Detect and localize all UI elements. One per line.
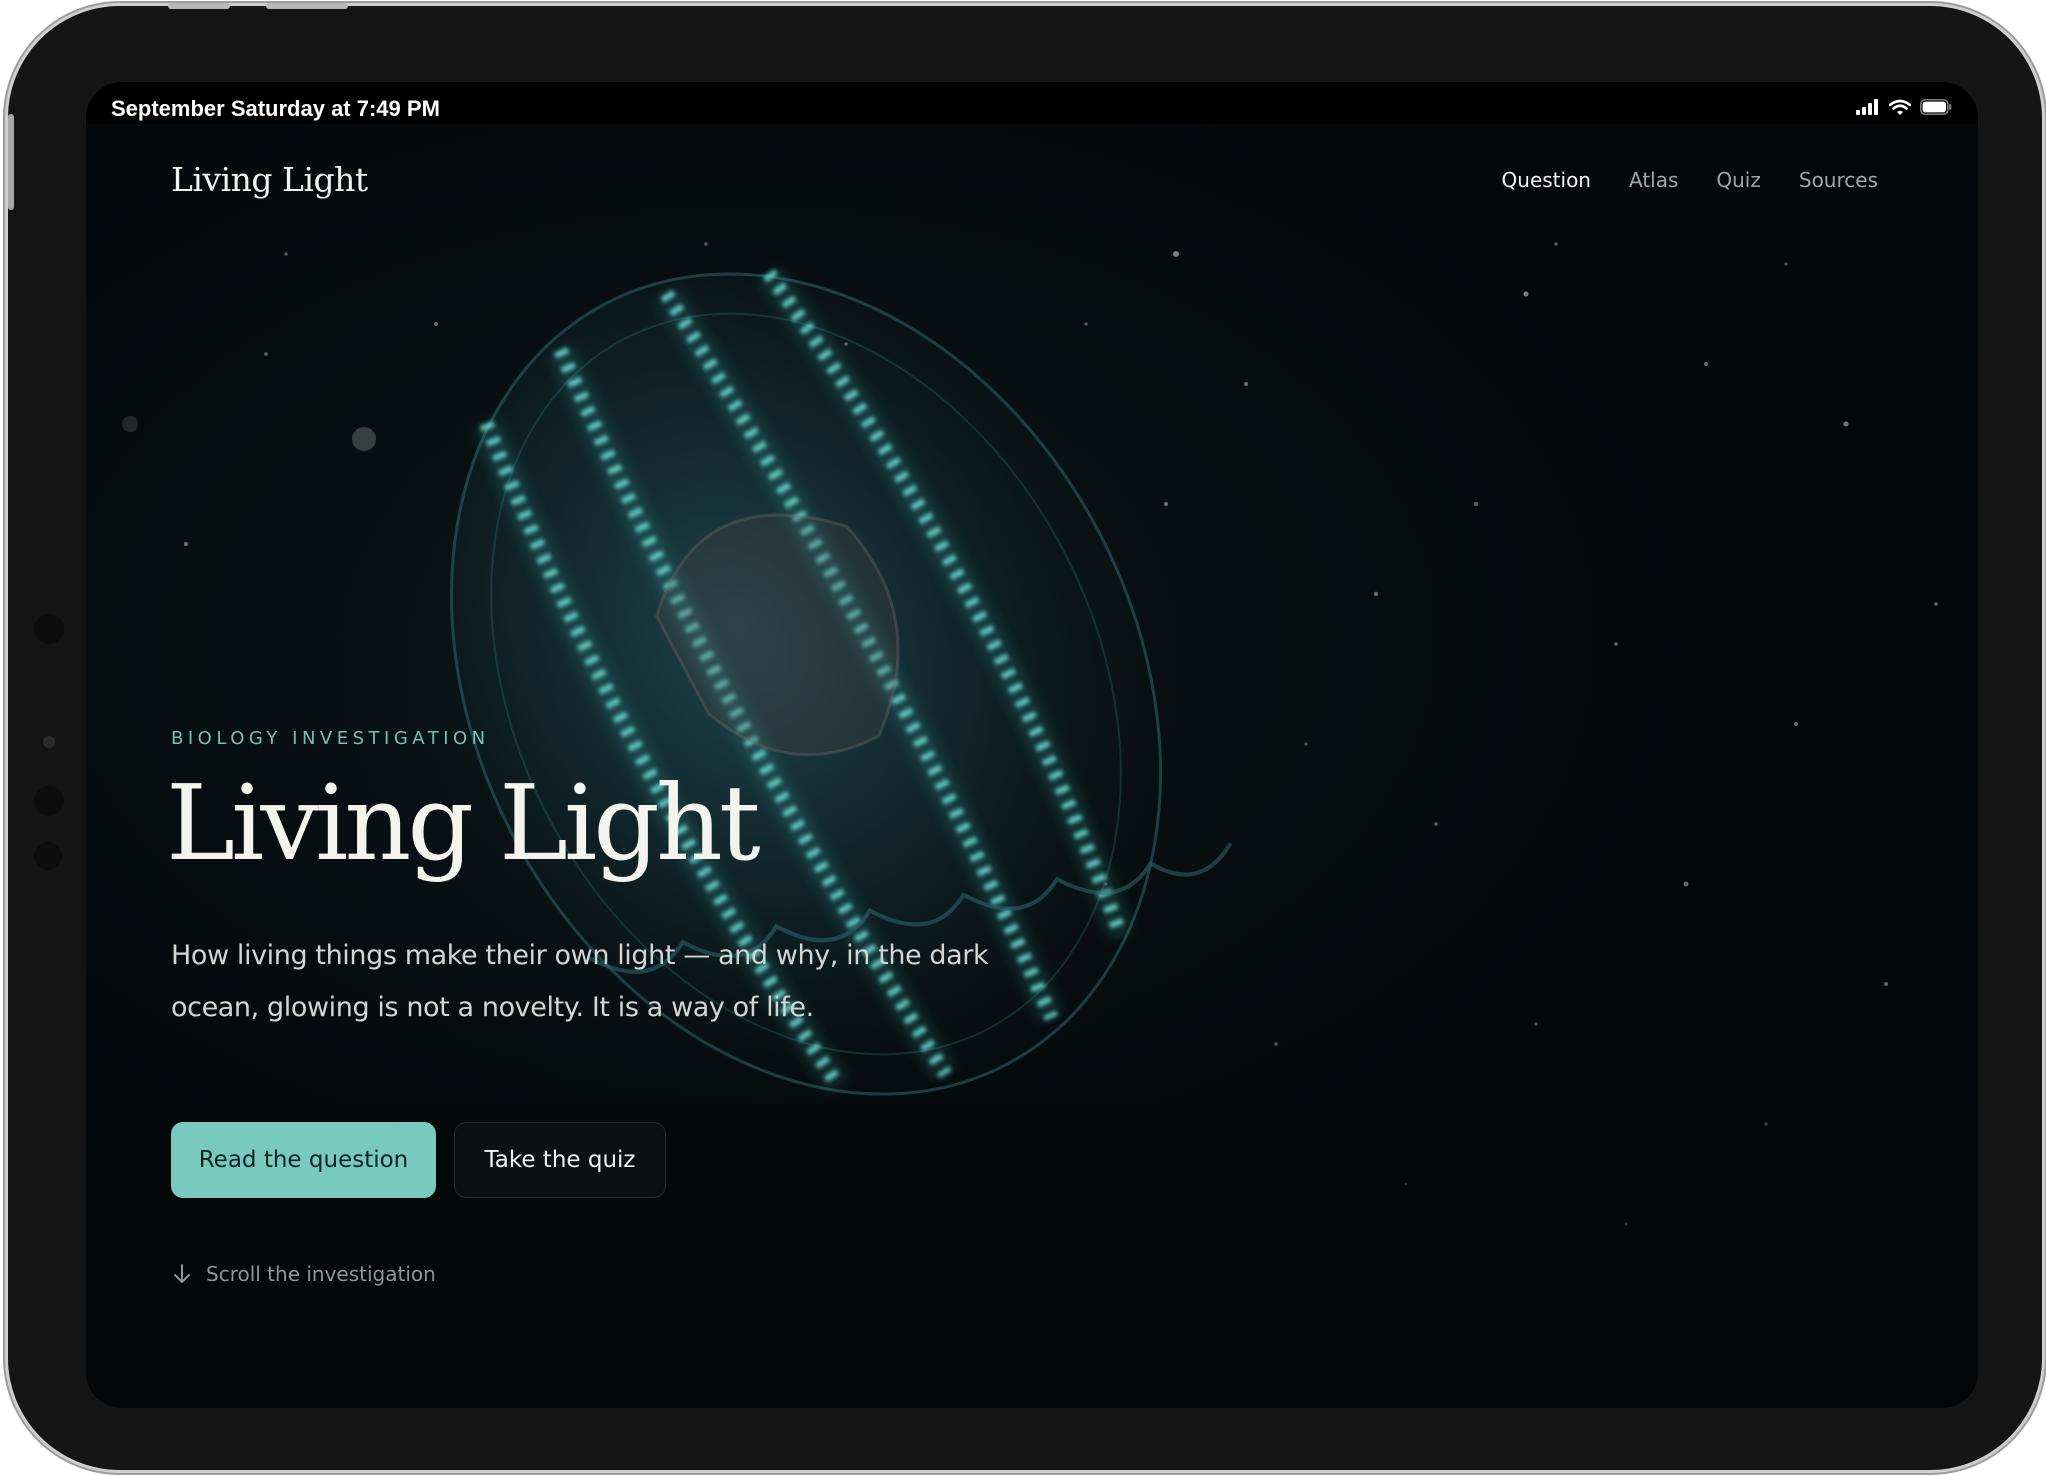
top-button — [266, 3, 348, 9]
battery-icon — [1920, 99, 1952, 115]
nav-item-atlas[interactable]: Atlas — [1629, 168, 1678, 192]
wifi-icon — [1889, 99, 1911, 115]
scroll-hint-label: Scroll the investigation — [206, 1262, 436, 1286]
sensor — [34, 614, 64, 644]
take-quiz-button[interactable]: Take the quiz — [454, 1122, 666, 1198]
hero-section: Living Light Question Atlas Quiz Sources… — [86, 124, 1978, 1408]
read-question-button[interactable]: Read the question — [171, 1122, 436, 1198]
site-logo[interactable]: Living Light — [171, 160, 368, 199]
status-bar: September Saturday at 7:49 PM — [86, 82, 1978, 124]
tablet-frame: September Saturday at 7:49 PM Living Lig… — [8, 3, 2042, 1470]
cellular-signal-icon — [1856, 99, 1878, 115]
nav-item-quiz[interactable]: Quiz — [1716, 168, 1760, 192]
hero-subtitle: How living things make their own light —… — [171, 930, 1071, 1034]
side-button — [8, 114, 14, 210]
hero-subtitle-line: How living things make their own light —… — [171, 940, 989, 971]
sensor — [34, 842, 62, 870]
arrow-down-icon — [174, 1264, 190, 1283]
main-nav: Question Atlas Quiz Sources — [1502, 168, 1878, 192]
page-title: Living Light — [166, 762, 761, 884]
section-eyebrow: BIOLOGY INVESTIGATION — [171, 728, 490, 749]
hero-subtitle-line: ocean, glowing is not a novelty. It is a… — [171, 992, 814, 1023]
nav-item-sources[interactable]: Sources — [1799, 168, 1878, 192]
camera-dot — [43, 736, 55, 748]
sensor — [34, 786, 64, 816]
scroll-hint[interactable]: Scroll the investigation — [172, 1262, 436, 1286]
status-icons — [1856, 98, 1952, 116]
screen: September Saturday at 7:49 PM Living Lig… — [86, 82, 1978, 1408]
nav-item-question[interactable]: Question — [1502, 168, 1591, 192]
top-button — [168, 3, 230, 9]
status-time: September Saturday at 7:49 PM — [111, 96, 440, 121]
